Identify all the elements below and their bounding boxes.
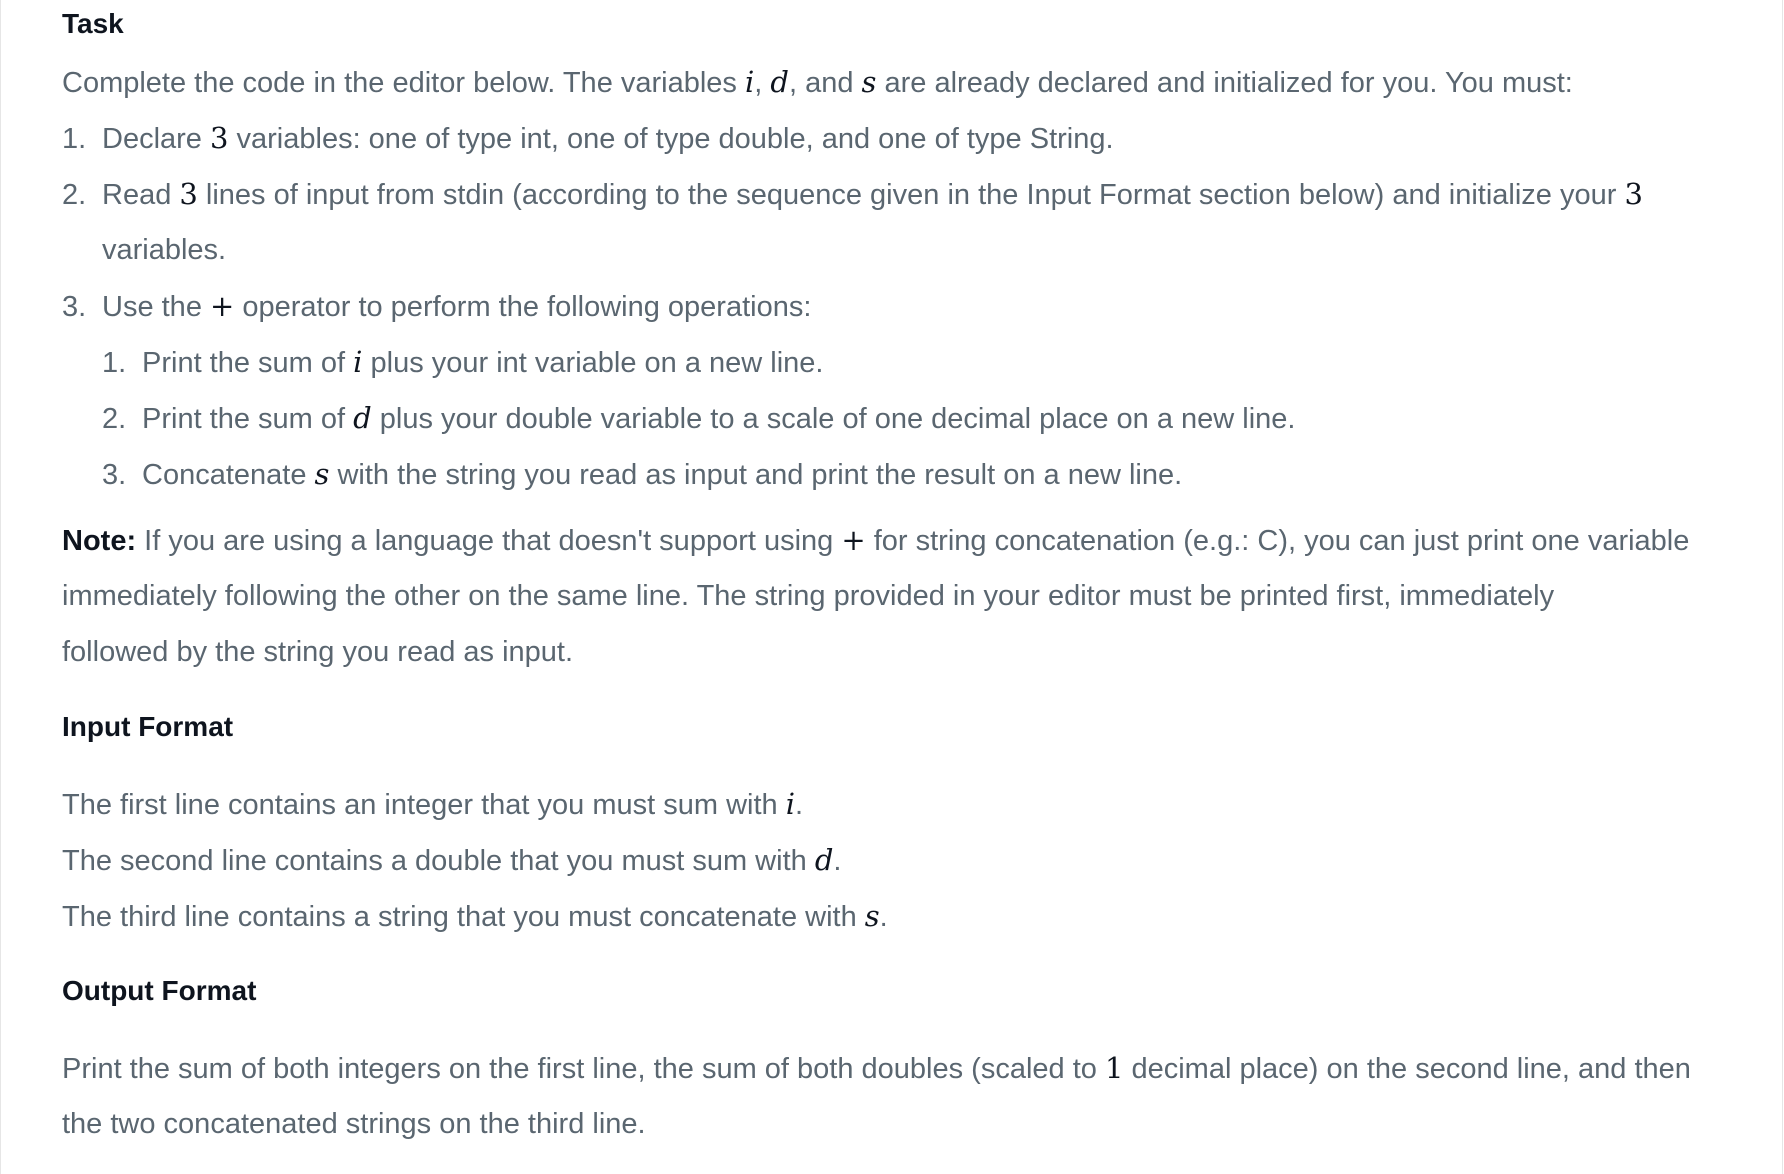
list-number: 2.	[62, 179, 87, 211]
list-item-continuation: variables.	[102, 234, 227, 266]
list-text: Print the sum of	[142, 403, 354, 435]
list-number: 1.	[62, 123, 87, 155]
math-var-d: d	[814, 843, 834, 877]
math-number: 3	[1624, 177, 1643, 211]
math-number: 3	[210, 121, 229, 155]
list-text: Use the	[102, 291, 210, 323]
list-text: Print the sum of	[142, 347, 354, 379]
input-format-line: The second line contains a double that y…	[62, 840, 841, 881]
sub-list-item: 2. Print the sum of d plus your double va…	[102, 398, 1295, 439]
note-text: for string concatenation (e.g.: C), you …	[865, 525, 1690, 557]
output-format-text: Print the sum of both integers on the fi…	[62, 1048, 1691, 1089]
input-text: The third line contains a string that yo…	[62, 901, 865, 933]
output-text: Print the sum of both integers on the fi…	[62, 1053, 1105, 1085]
task-heading: Task	[62, 8, 124, 39]
math-var-i: i	[785, 787, 796, 821]
math-var-d: d	[770, 65, 789, 99]
list-text: plus your int variable on a new line.	[362, 347, 824, 379]
note-text: followed by the string you read as input…	[62, 636, 574, 668]
task-intro: Complete the code in the editor below. T…	[62, 62, 1573, 103]
list-number: 3.	[62, 291, 87, 323]
sub-list-item: 1. Print the sum of i plus your int varia…	[102, 342, 823, 383]
intro-sep: , and	[788, 67, 862, 99]
math-var-s: s	[314, 457, 330, 491]
list-number: 2.	[102, 403, 127, 435]
input-text: The second line contains a double that y…	[62, 845, 815, 877]
math-number: 3	[179, 177, 198, 211]
output-format-heading: Output Format	[62, 975, 257, 1006]
list-item: 1. Declare 3 variables: one of type int, …	[62, 118, 1114, 159]
intro-sep: ,	[754, 67, 771, 99]
intro-text: are already declared and initialized for…	[876, 67, 1573, 99]
note-label: Note:	[62, 525, 137, 557]
list-text: Concatenate	[142, 459, 315, 491]
math-var-i: i	[745, 65, 755, 99]
list-item: 2. Read 3 lines of input from stdin (acco…	[62, 174, 1643, 215]
list-text: plus your double variable to a scale of …	[371, 403, 1296, 435]
input-text: .	[795, 789, 804, 821]
list-number: 1.	[102, 347, 127, 379]
list-text: lines of input from stdin (according to …	[197, 179, 1625, 211]
output-text: decimal place) on the second line, and t…	[1123, 1053, 1691, 1085]
math-operator: +	[841, 523, 866, 557]
list-text: Declare	[102, 123, 210, 155]
list-item: 3. Use the + operator to perform the foll…	[62, 286, 811, 327]
input-format-heading: Input Format	[62, 711, 234, 742]
input-text: .	[879, 901, 888, 933]
math-var-d: d	[353, 401, 372, 435]
input-text: The first line contains an integer that …	[62, 789, 786, 821]
note-text: immediately following the other on the s…	[62, 580, 1555, 612]
sub-list-item: 3. Concatenate s with the string you read…	[102, 454, 1182, 495]
list-text: with the string you read as input and pr…	[329, 459, 1183, 491]
math-var-s: s	[864, 899, 880, 933]
intro-text: Complete the code in the editor below. T…	[62, 67, 745, 99]
input-text: .	[833, 845, 842, 877]
list-number: 3.	[102, 459, 127, 491]
math-var-s: s	[861, 65, 877, 99]
list-text: operator to perform the following operat…	[234, 291, 812, 323]
output-format-text: the two concatenated strings on the thir…	[62, 1108, 646, 1140]
list-text: variables: one of type int, one of type …	[228, 123, 1114, 155]
input-format-line: The third line contains a string that yo…	[62, 896, 888, 937]
note-text: If you are using a language that doesn't…	[136, 525, 842, 557]
math-operator: +	[210, 289, 235, 323]
math-number: 1	[1104, 1051, 1124, 1085]
note-paragraph: Note: If you are using a language that d…	[62, 520, 1689, 561]
list-text: Read	[102, 179, 180, 211]
input-format-line: The first line contains an integer that …	[62, 784, 803, 825]
